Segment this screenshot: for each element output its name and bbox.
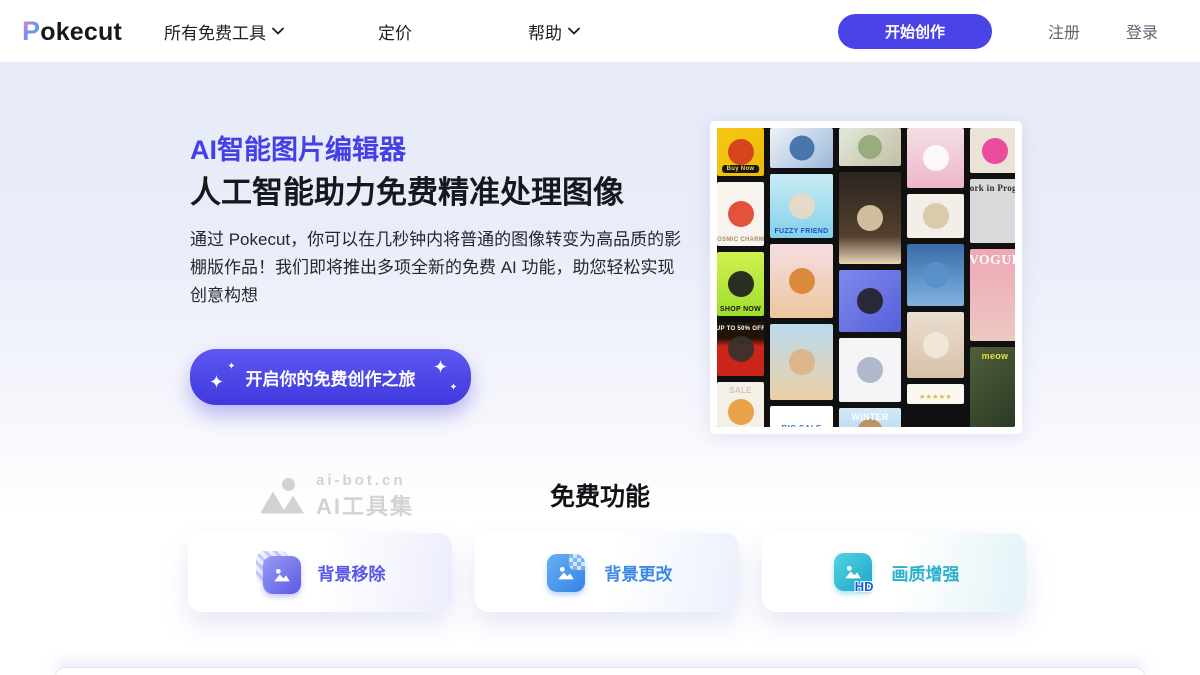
hero-collage-image: Buy Now COSMIC CHARMS SHOP NOW UP TO 50% OF… — [710, 121, 1022, 434]
hero-collage-grid: Buy Now COSMIC CHARMS SHOP NOW UP TO 50% OF… — [717, 128, 1015, 427]
collage-photo-tile — [770, 244, 833, 318]
feature-card-label: 画质增强 — [892, 560, 960, 585]
collage-photo-tile: SHOP NOW — [717, 252, 764, 316]
feature-cards-row: 背景移除 背景更改 HD 画质增强 — [188, 533, 1026, 612]
collage-photo-tile — [907, 244, 964, 306]
pokecut-logo[interactable]: Pokecut — [22, 16, 122, 47]
signup-link[interactable]: 注册 — [1048, 19, 1080, 43]
collage-column: Buy Now COSMIC CHARMS SHOP NOW UP TO 50% OF… — [717, 128, 764, 427]
free-features-heading: 免费功能 — [0, 477, 1200, 513]
collage-photo-tile — [839, 338, 901, 402]
nav-item-help[interactable]: 帮助 — [528, 19, 580, 44]
hd-enhance-icon: HD — [829, 551, 877, 595]
collage-photo-tile — [907, 128, 964, 188]
image-glyph — [271, 564, 293, 586]
collage-column: FUZZY FRIEND BIG SALE — [770, 128, 833, 427]
feature-card-label: 背景移除 — [318, 560, 386, 585]
collage-column: Work in Progres VOGUE meow — [970, 128, 1015, 427]
collage-column: ★★★★★ — [907, 128, 964, 427]
sparkle-icon — [434, 360, 447, 373]
nav-item-all-free-tools[interactable]: 所有免费工具 — [164, 19, 284, 44]
cta-label: 开启你的免费创作之旅 — [246, 370, 416, 389]
collage-photo-tile: FUZZY FRIEND — [770, 174, 833, 238]
nav-item-label: 所有免费工具 — [164, 19, 266, 44]
collage-photo-tile: UP TO 50% OFF — [717, 322, 764, 376]
logo-p-glyph: P — [22, 16, 40, 47]
nav-item-label: 帮助 — [528, 19, 562, 44]
next-section-edge — [55, 667, 1145, 675]
sparkle-icon — [210, 375, 223, 388]
collage-photo-tile — [839, 128, 901, 166]
chevron-down-icon — [272, 27, 284, 35]
hero-title: 人工智能助力免费精准处理图像 — [190, 167, 624, 212]
hero-description: 通过 Pokecut，你可以在几秒钟内将普通的图像转变为高品质的影棚版作品！我们… — [190, 226, 684, 310]
collage-photo-tile: meow — [970, 347, 1015, 427]
collage-photo-tile — [839, 270, 901, 332]
sparkle-icon — [228, 362, 235, 369]
collage-photo-tile — [839, 172, 901, 264]
feature-card-background-change[interactable]: 背景更改 — [475, 533, 739, 612]
collage-photo-tile: Buy Now — [717, 128, 764, 176]
collage-photo-tile: WINTER — [839, 408, 901, 427]
collage-photo-tile: Work in Progres — [970, 179, 1015, 243]
nav-item-label: 定价 — [378, 19, 412, 44]
background-remove-icon — [255, 551, 303, 595]
collage-photo-tile — [907, 312, 964, 378]
collage-photo-tile — [770, 128, 833, 168]
collage-photo-tile: SALE — [717, 382, 764, 427]
sparkle-icon — [450, 383, 457, 390]
collage-photo-tile: ★★★★★ — [907, 384, 964, 404]
hero-eyebrow: AI智能图片编辑器 — [190, 128, 406, 167]
collage-photo-tile — [970, 128, 1015, 173]
top-nav-bar: Pokecut 所有免费工具 定价 帮助 开始创作 注册 登录 — [0, 0, 1200, 62]
login-link[interactable]: 登录 — [1126, 19, 1158, 43]
collage-photo-tile: BIG SALE — [770, 406, 833, 427]
hd-badge: HD — [855, 579, 874, 594]
background-change-icon — [542, 551, 590, 595]
start-creating-button[interactable]: 开始创作 — [838, 14, 992, 49]
collage-photo-tile — [770, 324, 833, 400]
chevron-down-icon — [568, 27, 580, 35]
nav-item-pricing[interactable]: 定价 — [378, 19, 412, 44]
logo-text: okecut — [40, 18, 122, 47]
feature-card-background-removal[interactable]: 背景移除 — [188, 533, 452, 612]
feature-card-label: 背景更改 — [605, 560, 673, 585]
start-free-journey-button[interactable]: 开启你的免费创作之旅 — [190, 349, 471, 405]
pokecut-landing-page: Pokecut 所有免费工具 定价 帮助 开始创作 注册 登录 AI智能图片编辑… — [0, 0, 1200, 675]
feature-card-hd-enhance[interactable]: HD 画质增强 — [762, 533, 1026, 612]
collage-photo-tile — [907, 194, 964, 238]
collage-photo-tile: VOGUE — [970, 249, 1015, 341]
collage-photo-tile: COSMIC CHARMS — [717, 182, 764, 246]
main-nav: 所有免费工具 定价 帮助 — [164, 19, 580, 44]
collage-column: WINTER — [839, 128, 901, 427]
